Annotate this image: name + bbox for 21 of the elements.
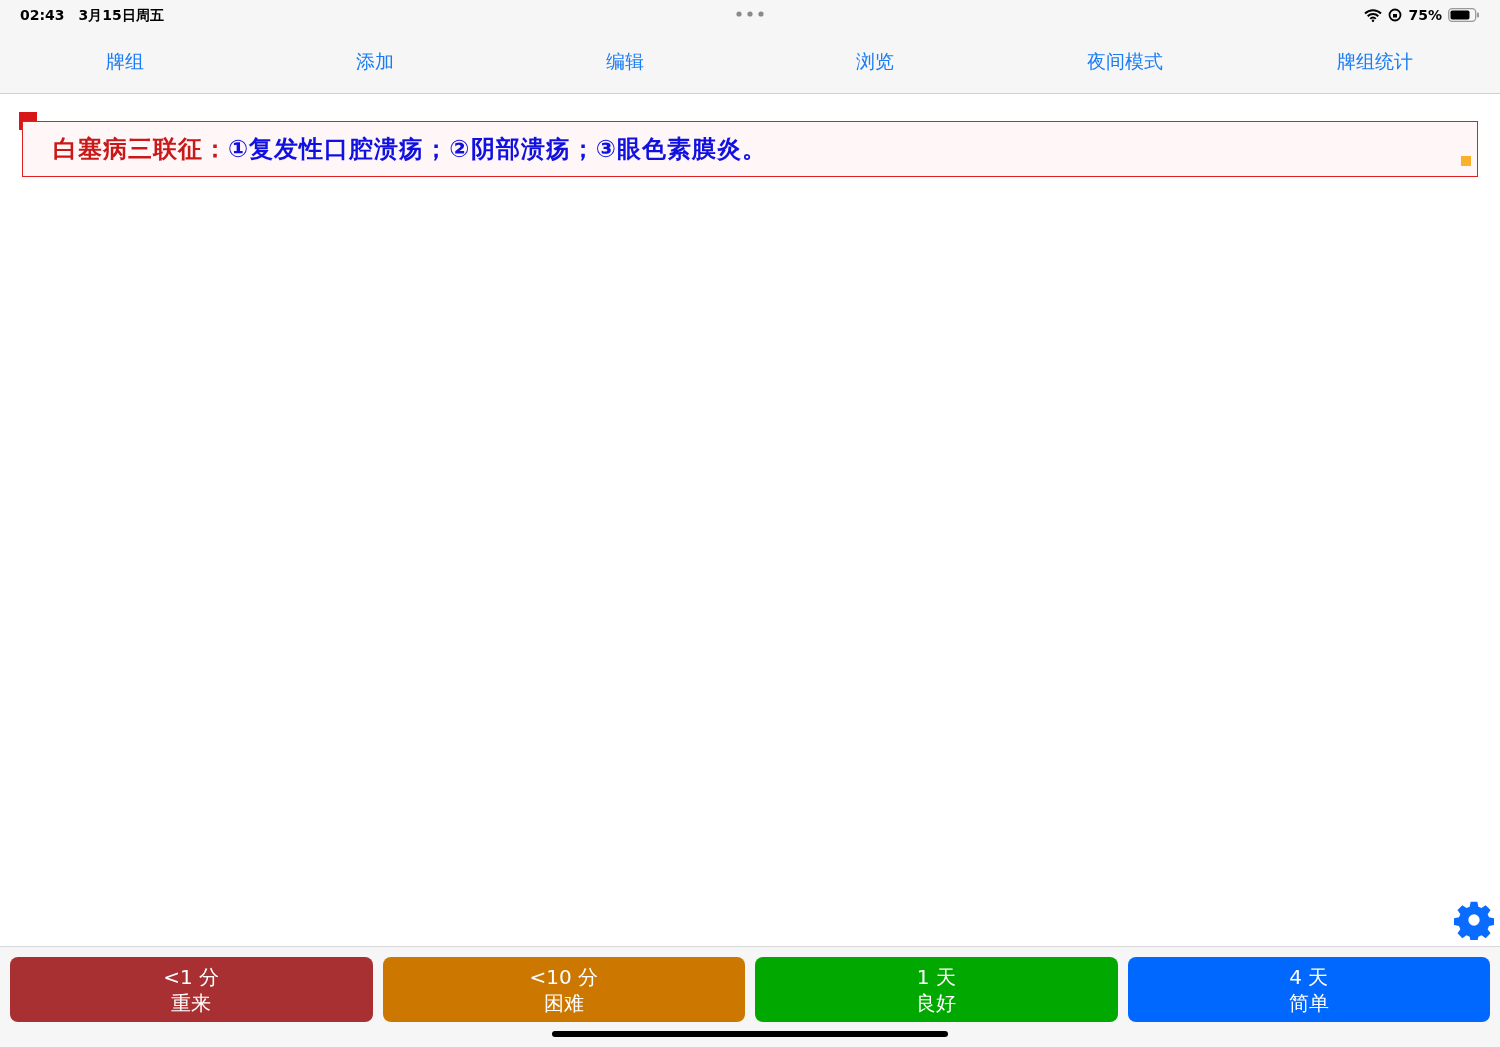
toolbar-button[interactable]: 添加: [352, 47, 398, 76]
toolbar-button[interactable]: 夜间模式: [1083, 47, 1167, 76]
answer-button[interactable]: 4 天 简单: [1127, 957, 1490, 1022]
toolbar-button[interactable]: 牌组统计: [1333, 47, 1417, 76]
toolbar-button[interactable]: 浏览: [852, 47, 898, 76]
battery-percent: 75%: [1408, 5, 1442, 25]
settings-icon[interactable]: [1454, 900, 1494, 940]
card-content: ①复发性口腔溃疡；②阴部溃疡；③眼色素膜炎。: [228, 135, 767, 163]
status-date: 3月15日周五: [78, 5, 164, 25]
status-time: 02:43: [20, 5, 65, 25]
battery-icon: [1448, 8, 1480, 22]
wifi-icon: [1364, 8, 1383, 22]
toolbar-button[interactable]: 牌组: [102, 47, 148, 76]
card-label: 白塞病三联征：: [53, 135, 228, 163]
answer-button[interactable]: 1 天 良好: [755, 957, 1118, 1022]
toolbar-button[interactable]: 编辑: [602, 47, 648, 76]
answer-button[interactable]: <10 分 困难: [382, 957, 745, 1022]
more-dots-icon: [736, 11, 764, 17]
rotation-lock-icon: [1388, 8, 1403, 22]
answer-button[interactable]: <1 分 重来: [10, 957, 373, 1022]
flag-marker: [1461, 156, 1471, 166]
